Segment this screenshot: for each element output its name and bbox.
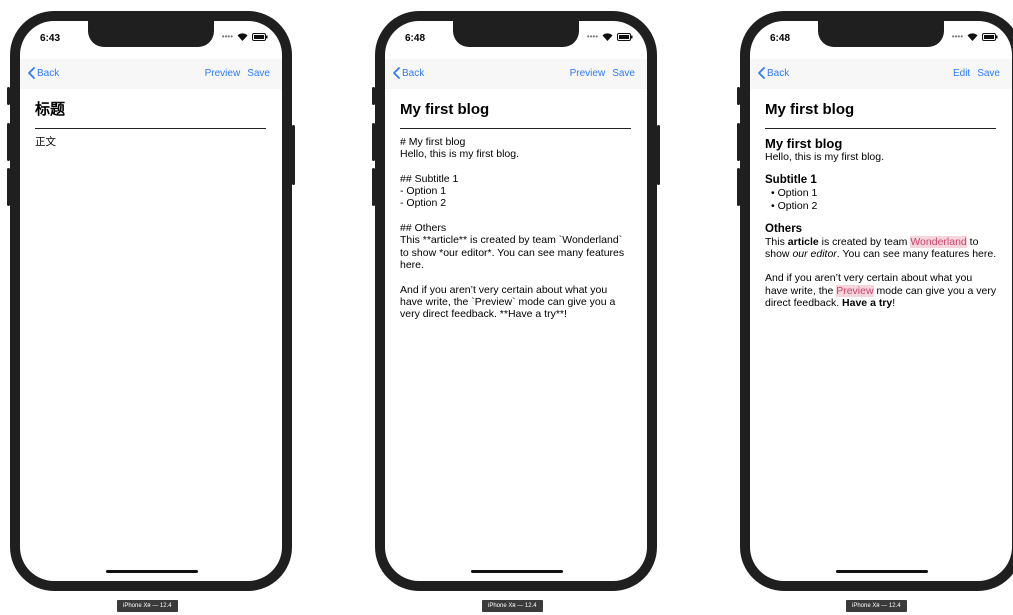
title-input[interactable]: My first blog — [400, 99, 631, 129]
status-icons: •••• — [952, 33, 998, 41]
notch — [818, 21, 944, 47]
home-indicator — [471, 570, 563, 573]
save-button[interactable]: Save — [247, 68, 270, 79]
wifi-icon — [602, 33, 613, 41]
phone-frame-edit-markdown: 6:48 •••• Back Preview Save My first blo… — [372, 11, 660, 591]
phone-screen: 6:43 •••• Back Preview Save 标题 正文 — [20, 21, 282, 581]
phone-screen: 6:48 •••• Back Preview Save My first blo… — [385, 21, 647, 581]
save-button[interactable]: Save — [977, 68, 1000, 79]
status-icons: •••• — [222, 33, 268, 41]
wifi-icon — [237, 33, 248, 41]
home-indicator — [836, 570, 928, 573]
preview-button[interactable]: Preview — [570, 68, 606, 79]
markdown-preview: My first blog Hello, this is my first bl… — [765, 136, 997, 309]
status-time: 6:48 — [405, 33, 426, 44]
back-button[interactable]: Back — [28, 67, 59, 79]
navigation-bar: Back Preview Save — [385, 59, 647, 89]
status-icons: •••• — [587, 33, 633, 41]
signal-icon: •••• — [221, 32, 233, 41]
title-input[interactable]: My first blog — [765, 99, 996, 129]
body-text-editor[interactable]: # My first blog Hello, this is my first … — [400, 136, 632, 320]
edit-button[interactable]: Edit — [953, 68, 970, 79]
preview-list-item: • Option 1 — [771, 187, 818, 200]
battery-icon — [252, 33, 268, 41]
preview-heading-1: My first blog — [765, 136, 843, 151]
signal-icon: •••• — [586, 32, 598, 41]
preview-list-item: • Option 2 — [771, 199, 818, 212]
notch — [453, 21, 579, 47]
phone-frame-edit-empty: 6:43 •••• Back Preview Save 标题 正文 — [7, 11, 295, 591]
status-time: 6:48 — [770, 33, 791, 44]
signal-icon: •••• — [951, 32, 963, 41]
preview-inline-code: Wonderland — [910, 235, 967, 248]
preview-text: is created by team — [818, 235, 911, 248]
wifi-icon — [967, 33, 978, 41]
navigation-bar: Back Preview Save — [20, 59, 282, 89]
navigation-bar: Back Edit Save — [750, 59, 1012, 89]
device-label: iPhone Xʀ — 12.4 — [117, 600, 178, 612]
battery-icon — [982, 33, 998, 41]
phone-frame-preview: 6:48 •••• Back Edit Save My first blog M… — [737, 11, 1013, 591]
preview-paragraph: This article is created by team Wonderla… — [765, 235, 997, 261]
body-text-editor[interactable]: 正文 — [35, 136, 267, 148]
status-time: 6:43 — [40, 33, 61, 44]
chevron-left-icon — [28, 67, 35, 79]
back-button[interactable]: Back — [758, 67, 789, 79]
preview-paragraph: Hello, this is my first blog. — [765, 151, 885, 163]
preview-button[interactable]: Preview — [205, 68, 241, 79]
phone-screen: 6:48 •••• Back Edit Save My first blog M… — [750, 21, 1012, 581]
title-input[interactable]: 标题 — [35, 99, 266, 129]
preview-heading-2: Others — [765, 222, 803, 235]
preview-bold-text: article — [787, 235, 819, 248]
preview-text: This — [765, 235, 788, 248]
preview-bold-text: Have a try — [842, 297, 893, 310]
preview-inline-code: Preview — [836, 284, 874, 297]
notch — [88, 21, 214, 47]
device-label: iPhone Xʀ — 12.4 — [846, 600, 907, 612]
preview-italic-text: our editor — [792, 248, 837, 261]
save-button[interactable]: Save — [612, 68, 635, 79]
preview-text: . You can see many features here. — [836, 248, 997, 261]
battery-icon — [617, 33, 633, 41]
home-indicator — [106, 570, 198, 573]
preview-heading-2: Subtitle 1 — [765, 174, 817, 187]
chevron-left-icon — [393, 67, 400, 79]
device-label: iPhone Xʀ — 12.4 — [482, 600, 543, 612]
back-button[interactable]: Back — [393, 67, 424, 79]
preview-text: ! — [892, 297, 896, 310]
back-label: Back — [37, 67, 60, 79]
back-label: Back — [402, 67, 425, 79]
chevron-left-icon — [758, 67, 765, 79]
back-label: Back — [767, 67, 790, 79]
preview-paragraph: And if you aren’t very certain about wha… — [765, 272, 997, 309]
